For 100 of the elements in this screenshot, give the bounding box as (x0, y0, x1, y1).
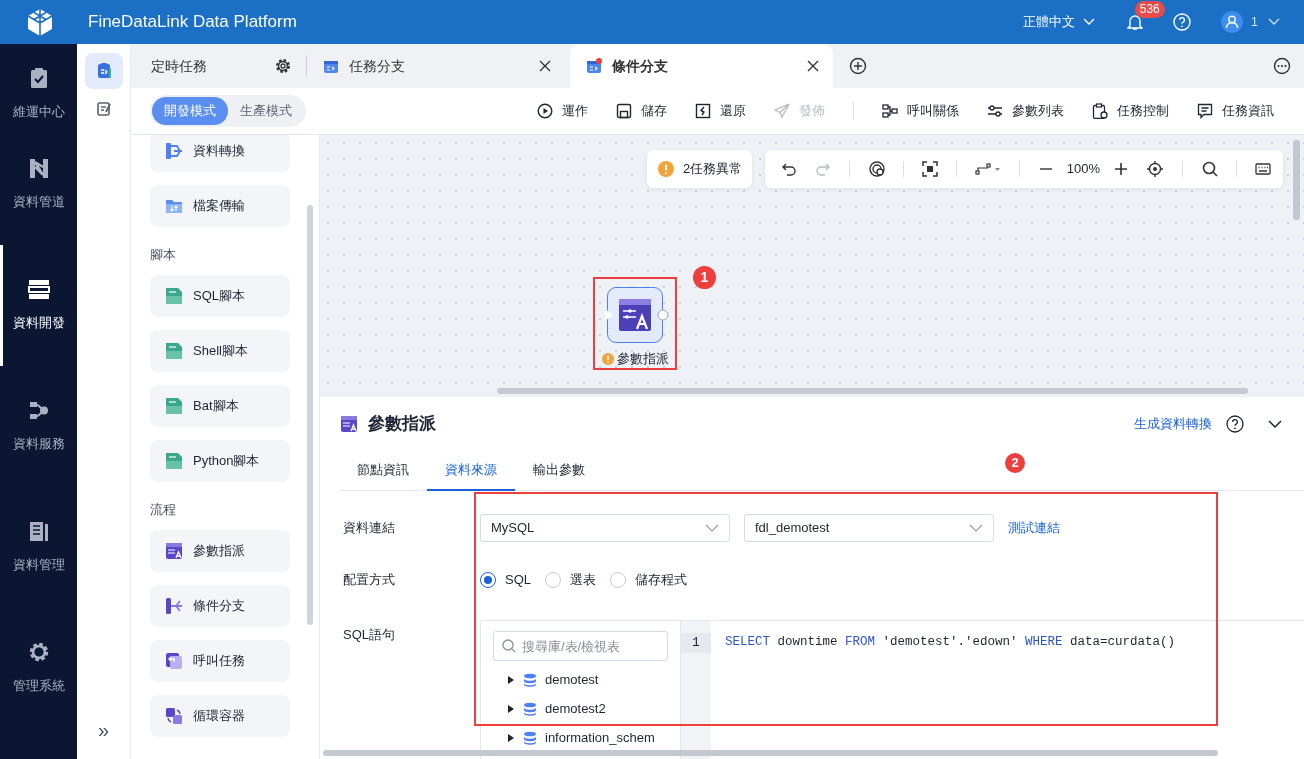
loop-icon (165, 707, 183, 725)
select-field[interactable]: fdl_demotest (744, 514, 994, 542)
radio-option[interactable]: 儲存程式 (610, 570, 687, 590)
tab[interactable]: 條件分支 (570, 44, 833, 88)
radio-option[interactable]: 選表 (545, 570, 596, 590)
tab[interactable]: 輸出參數 (515, 451, 603, 491)
palette-item[interactable]: SQL腳本 (150, 275, 290, 317)
nav-item[interactable]: 資料開發 (0, 245, 77, 366)
calendar-icon (323, 58, 339, 74)
task-node[interactable] (607, 287, 663, 343)
scrollbar[interactable] (497, 388, 1248, 394)
settings-icon[interactable] (274, 57, 292, 75)
notification-badge: 536 (1134, 1, 1165, 18)
mode-toggle[interactable]: 生產模式 (228, 97, 304, 125)
save-icon (616, 103, 632, 119)
user-name[interactable]: 1 (1250, 12, 1258, 32)
locate-icon[interactable] (1146, 160, 1165, 178)
toolbar-button[interactable]: 呼叫關係 (882, 101, 959, 121)
keyboard-icon[interactable] (1255, 163, 1271, 175)
more-icon[interactable] (1273, 57, 1291, 75)
undo-icon[interactable] (781, 162, 797, 176)
select-field[interactable]: MySQL (480, 514, 730, 542)
palette-item[interactable]: 檔案傳輸 (150, 185, 290, 227)
search-icon (502, 639, 516, 653)
palette-item[interactable]: 條件分支 (150, 585, 290, 627)
chevron-down-icon[interactable] (1268, 420, 1282, 428)
document-icon (165, 287, 183, 305)
section-heading: 流程 (150, 501, 177, 519)
sidebar-tab[interactable] (84, 53, 123, 89)
app-title: FineDataLink Data Platform (88, 11, 297, 34)
palette-item[interactable]: 資料轉換 (150, 135, 290, 172)
tab[interactable]: 任務分支 (307, 44, 565, 88)
document-icon (165, 452, 183, 470)
zoom-level: 100% (1066, 160, 1100, 179)
target-icon[interactable] (868, 161, 885, 177)
test-connection-link[interactable]: 測試連結 (1008, 518, 1060, 538)
node-label: 參數指派 (616, 350, 669, 368)
nav-item[interactable]: 維運中心 (0, 44, 77, 124)
toolbar-button[interactable]: 還原 (695, 101, 746, 121)
nav-item[interactable]: 資料管理 (0, 487, 77, 608)
tab[interactable]: 節點資訊 (340, 451, 427, 491)
assign-icon (340, 415, 358, 433)
toolbar-button[interactable]: 參數列表 (987, 101, 1064, 121)
palette-item[interactable]: Bat腳本 (150, 385, 290, 427)
language-selector[interactable]: 正體中文 (1022, 12, 1075, 32)
search-icon[interactable] (1201, 161, 1218, 177)
tree-item[interactable]: information_schem (493, 723, 668, 752)
scrollbar[interactable] (307, 205, 313, 625)
collapse-button[interactable]: » (97, 715, 110, 745)
zoom-in-icon[interactable] (1114, 162, 1129, 176)
document-icon (27, 520, 50, 543)
notes-icon (94, 100, 113, 118)
palette-item[interactable]: 參數指派 (150, 530, 290, 572)
toolbar-button[interactable]: 任務控制 (1092, 101, 1169, 121)
toolbar-button[interactable]: 運作 (537, 101, 588, 121)
nav-item[interactable]: 管理系統 (0, 608, 77, 729)
avatar-icon[interactable] (1220, 11, 1243, 33)
step-badge: 1 (693, 266, 716, 289)
document-icon (165, 397, 183, 415)
connector-icon[interactable] (975, 162, 1002, 176)
nav-item[interactable]: 資料管道 (0, 124, 77, 245)
chevron-down-icon (969, 524, 983, 532)
return-icon (165, 652, 183, 670)
fit-screen-icon[interactable] (921, 161, 938, 177)
palette-item[interactable]: Shell腳本 (150, 330, 290, 372)
tab[interactable]: 定時任務 (131, 44, 306, 88)
transform-icon (165, 142, 183, 160)
toolbar-button[interactable]: 儲存 (616, 101, 667, 121)
field-label: SQL語句 (342, 626, 396, 644)
tab[interactable]: 資料來源 (427, 451, 515, 491)
toolbar-button[interactable]: 任務資訊 (1197, 101, 1274, 121)
radio-option[interactable]: SQL (480, 570, 531, 590)
clipboard-gear-icon (1092, 103, 1108, 119)
field-label: 配置方式 (342, 571, 396, 590)
search-field[interactable]: 搜尋庫/表/檢視表 (493, 631, 668, 661)
document-icon (165, 342, 183, 360)
palette-item[interactable]: 呼叫任務 (150, 640, 290, 682)
nav-item[interactable]: 資料服務 (0, 366, 77, 487)
scrollbar[interactable] (1293, 140, 1300, 220)
server-icon (27, 278, 50, 301)
close-icon[interactable] (807, 60, 819, 72)
sliders-icon (987, 103, 1003, 119)
palette-item[interactable]: Python腳本 (150, 440, 290, 482)
flow-icon (882, 103, 898, 119)
pipeline-icon (27, 157, 50, 180)
tree-item[interactable]: demotest2 (493, 694, 668, 723)
output-port-icon (657, 309, 669, 321)
help-icon[interactable] (1226, 415, 1244, 433)
close-icon[interactable] (539, 60, 551, 72)
scrollbar[interactable] (323, 750, 1218, 756)
chevron-down-icon (705, 524, 719, 532)
calendar-icon (586, 58, 602, 74)
palette-item[interactable]: 循環容器 (150, 695, 290, 737)
settings-icon (27, 641, 50, 664)
bell-icon[interactable] (1126, 13, 1143, 31)
tree-item[interactable]: demotest (493, 665, 668, 694)
alert-pill[interactable]: 2任務異常 (647, 150, 753, 188)
generate-link[interactable]: 生成資料轉換 (1134, 414, 1212, 434)
restore-icon (695, 103, 711, 119)
add-tab-icon[interactable] (849, 57, 867, 75)
